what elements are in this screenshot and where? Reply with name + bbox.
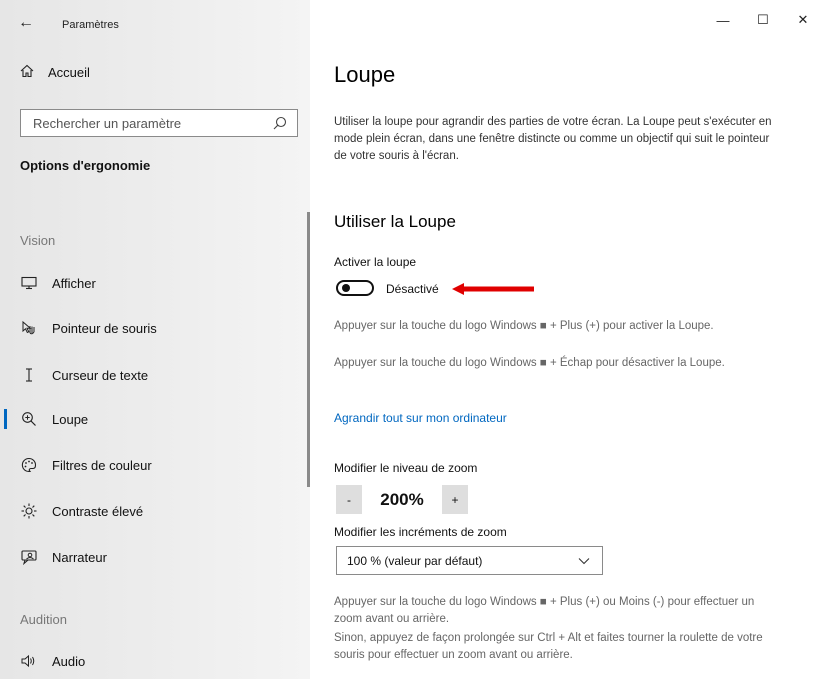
chevron-down-icon <box>578 554 590 568</box>
zoom-out-button[interactable]: - <box>336 485 362 514</box>
sidebar-item-audio[interactable]: Audio <box>20 651 85 671</box>
hint-activate: Appuyer sur la touche du logo Windows ■ … <box>334 320 714 332</box>
mouse-pointer-icon <box>20 319 38 337</box>
hint-zoom-keys: Appuyer sur la touche du logo Windows ■ … <box>334 596 755 625</box>
sidebar-item-narrateur[interactable]: Narrateur <box>20 547 107 567</box>
home-label: Accueil <box>48 65 90 80</box>
display-icon <box>20 274 38 292</box>
sidebar: ← Paramètres Accueil Options d'ergonomie… <box>0 0 310 679</box>
sidebar-item-pointeur[interactable]: Pointeur de souris <box>20 318 157 338</box>
sidebar-item-label: Pointeur de souris <box>52 320 157 336</box>
back-arrow-icon[interactable]: ← <box>18 14 34 32</box>
section-title: Options d'ergonomie <box>20 158 151 173</box>
sidebar-item-label: Audio <box>52 653 86 669</box>
text-cursor-icon <box>20 366 38 384</box>
search-box[interactable] <box>20 109 298 137</box>
sidebar-item-label: Afficher <box>52 275 96 291</box>
sidebar-scrollbar[interactable] <box>307 212 310 487</box>
app-title: Paramètres <box>62 19 119 31</box>
home-icon <box>20 64 34 81</box>
group-label-vision: Vision <box>20 233 56 248</box>
sidebar-item-label: Contraste élevé <box>52 503 144 519</box>
speaker-icon <box>20 652 38 670</box>
page-title: Loupe <box>334 62 396 87</box>
zoom-in-button[interactable]: + <box>442 485 468 514</box>
zoom-level-label: Modifier le niveau de zoom <box>334 461 478 475</box>
search-input[interactable] <box>33 115 273 131</box>
sidebar-item-loupe[interactable]: Loupe <box>20 409 88 429</box>
magnifier-toggle[interactable] <box>336 280 374 296</box>
page-description: Utiliser la loupe pour agrandir des part… <box>334 116 772 162</box>
sidebar-item-filtres[interactable]: Filtres de couleur <box>20 455 152 475</box>
minimize-button[interactable]: — <box>703 0 743 40</box>
zoom-increment-label: Modifier les incréments de zoom <box>334 525 507 539</box>
maximize-button[interactable]: ☐ <box>743 0 783 40</box>
sidebar-item-contraste[interactable]: Contraste élevé <box>20 501 143 521</box>
hint-deactivate: Appuyer sur la touche du logo Windows ■ … <box>334 357 725 369</box>
sidebar-item-label: Curseur de texte <box>52 367 149 383</box>
sidebar-item-curseur[interactable]: Curseur de texte <box>20 365 148 385</box>
search-icon[interactable] <box>273 116 287 130</box>
home-link[interactable]: Accueil <box>20 64 90 81</box>
section-heading: Utiliser la Loupe <box>334 212 456 231</box>
select-value: 100 % (valeur par défaut) <box>347 553 483 568</box>
annotation-arrow-icon <box>452 283 534 295</box>
group-label-audition: Audition <box>20 612 67 627</box>
hint-zoom-mouse: Sinon, appuyez de façon prolongée sur Ct… <box>334 632 763 661</box>
zoom-value: 200% <box>380 489 424 509</box>
narrator-icon <box>20 548 38 566</box>
sidebar-item-label: Loupe <box>52 411 89 427</box>
enlarge-everything-link[interactable]: Agrandir tout sur mon ordinateur <box>334 411 507 425</box>
close-button[interactable]: ✕ <box>783 0 823 40</box>
zoom-increment-select[interactable]: 100 % (valeur par défaut) <box>336 546 603 575</box>
active-indicator <box>4 409 7 429</box>
toggle-state-label: Désactivé <box>386 282 439 296</box>
window-controls: — ☐ ✕ <box>703 0 823 40</box>
title-bar: ← Paramètres <box>0 0 310 44</box>
toggle-label: Activer la loupe <box>334 255 417 269</box>
color-filter-icon <box>20 456 38 474</box>
sidebar-item-label: Narrateur <box>52 549 107 565</box>
toggle-knob <box>342 284 350 292</box>
high-contrast-icon <box>20 502 38 520</box>
sidebar-item-label: Filtres de couleur <box>52 457 152 473</box>
zoom-stepper: - 200% + <box>336 485 468 514</box>
magnifier-icon <box>20 410 38 428</box>
sidebar-item-afficher[interactable]: Afficher <box>20 273 96 293</box>
